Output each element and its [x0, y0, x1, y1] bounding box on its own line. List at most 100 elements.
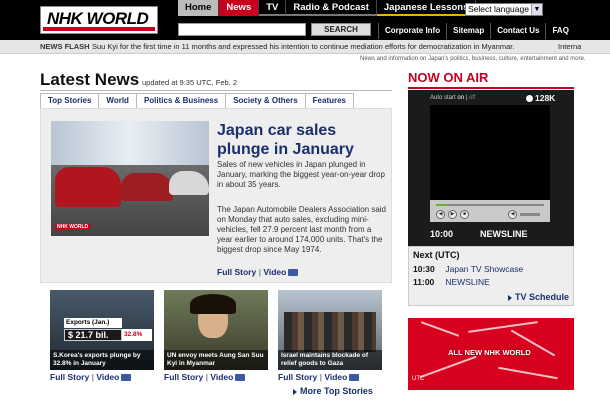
next-program-title[interactable]: NEWSLINE: [445, 277, 489, 287]
video-screen[interactable]: [430, 105, 550, 200]
full-story-link[interactable]: Full Story: [50, 372, 89, 382]
link-separator: |: [319, 372, 322, 382]
logo-text: NHK WORLD: [47, 9, 149, 28]
link-separator: |: [91, 372, 94, 382]
full-story-link[interactable]: Full Story: [164, 372, 203, 382]
tab-news[interactable]: News: [219, 0, 260, 16]
featured-story: NHK WORLD Japan car sales plunge in Janu…: [40, 108, 392, 283]
divider: [40, 90, 392, 91]
news-flash-text[interactable]: Suu Kyi for the first time in 11 months …: [92, 40, 514, 53]
bitrate-label: 128K: [535, 93, 556, 103]
more-top-stories-label: More Top Stories: [300, 386, 373, 396]
site-tagline: News and information on Japan's politics…: [360, 56, 586, 62]
utility-nav: Corporate Info Sitemap Contact Us FAQ: [378, 23, 575, 39]
featured-story-body: The Japan Automobile Dealers Association…: [217, 205, 386, 254]
search-button[interactable]: SEARCH: [311, 23, 371, 36]
crowd-photo: [284, 312, 376, 352]
autostart-on[interactable]: on: [457, 95, 464, 101]
next-programs-heading: Next (UTC): [413, 250, 460, 260]
corporate-info-link[interactable]: Corporate Info: [378, 23, 446, 39]
latest-news-heading: Latest News: [40, 70, 140, 89]
tab-world[interactable]: World: [98, 93, 137, 108]
player-controls: ◀ ▶ ■ ◀: [430, 200, 550, 222]
tab-japanese-lessons[interactable]: Japanese Lessons: [376, 0, 477, 16]
featured-story-summary: Sales of new vehicles in Japan plunged i…: [217, 160, 385, 189]
video-icon[interactable]: [288, 269, 299, 277]
link-separator: |: [258, 267, 261, 277]
red-car-2: [121, 173, 173, 201]
red-car: [55, 167, 121, 207]
video-icon[interactable]: [349, 374, 360, 382]
video-icon[interactable]: [235, 374, 246, 382]
contact-us-link[interactable]: Contact Us: [490, 23, 545, 39]
rewind-icon[interactable]: ◀: [436, 210, 445, 219]
thumb-links-korea: Full Story | Video: [50, 372, 132, 382]
play-icon[interactable]: ▶: [448, 210, 457, 219]
video-link[interactable]: Video: [96, 372, 119, 382]
tab-features[interactable]: Features: [304, 93, 355, 108]
autostart-toggle[interactable]: Auto start on | off: [430, 95, 476, 101]
news-flash-next[interactable]: Interna: [558, 40, 581, 53]
link-separator: |: [205, 372, 208, 382]
search-input[interactable]: [178, 23, 306, 36]
silver-car: [169, 171, 209, 195]
divider: [408, 87, 574, 89]
sitemap-link[interactable]: Sitemap: [446, 23, 490, 39]
featured-story-title[interactable]: Japan car sales plunge in January: [217, 121, 389, 159]
progress-bar[interactable]: [436, 204, 544, 206]
more-top-stories-link[interactable]: More Top Stories: [293, 386, 373, 396]
exports-value: $ 21.7 bil.: [64, 329, 122, 341]
stream-quality-icon: [526, 95, 533, 103]
next-program-time: 11:00: [413, 277, 435, 287]
autostart-off[interactable]: off: [469, 95, 476, 101]
full-story-link[interactable]: Full Story: [217, 267, 256, 277]
tab-home[interactable]: Home: [178, 0, 220, 16]
promo-text: ALL NEW NHK WORLD: [448, 348, 531, 357]
decorative-line: [498, 366, 558, 380]
language-select-label: Select language: [468, 4, 529, 14]
showroom-window: [51, 121, 209, 165]
video-link[interactable]: Video: [324, 372, 347, 382]
thumb-caption: UN envoy meets Aung San Suu Kyi in Myanm…: [164, 350, 268, 370]
autostart-label: Auto start: [430, 95, 456, 101]
tab-tv[interactable]: TV: [259, 0, 287, 16]
all-new-nhk-world-banner[interactable]: ALL NEW NHK WORLD UTC: [408, 318, 574, 390]
next-program-time: 10:30: [413, 264, 435, 274]
news-category-tabs: Top Stories World Politics & Business So…: [40, 93, 355, 108]
decorative-line: [419, 355, 477, 379]
featured-story-image[interactable]: NHK WORLD: [51, 121, 209, 236]
bitrate-indicator[interactable]: 128K: [526, 93, 555, 103]
current-program-title[interactable]: NEWSLINE: [480, 229, 528, 239]
video-icon[interactable]: [121, 374, 132, 382]
story-thumb-korea-exports[interactable]: Exports (Jan.) $ 21.7 bil. 32.8% S.Korea…: [50, 290, 154, 370]
tab-top-stories[interactable]: Top Stories: [40, 93, 100, 108]
volume-slider[interactable]: [520, 213, 540, 216]
full-story-link[interactable]: Full Story: [278, 372, 317, 382]
video-link[interactable]: Video: [210, 372, 233, 382]
site-header: NHK WORLD Home News TV Radio & Podcast J…: [0, 0, 610, 40]
logo-underline: [43, 27, 155, 31]
chevron-down-icon: ▼: [531, 4, 542, 15]
tv-schedule-label: TV Schedule: [514, 292, 569, 302]
stop-icon[interactable]: ■: [460, 210, 469, 219]
featured-image-caption: NHK WORLD: [55, 224, 91, 230]
tv-schedule-link[interactable]: TV Schedule: [507, 292, 569, 302]
faq-link[interactable]: FAQ: [545, 23, 574, 39]
language-select[interactable]: Select language ▼: [465, 3, 543, 16]
list-item: 11:00 NEWSLINE: [413, 277, 573, 288]
list-item: 10:30 Japan TV Showcase: [413, 264, 573, 275]
main-nav: Home News TV Radio & Podcast Japanese Le…: [178, 0, 477, 16]
story-thumb-israel-gaza[interactable]: Israel maintains blockade of relief good…: [278, 290, 382, 370]
live-tv-player: Auto start on | off 128K ◀ ▶ ■ ◀ 10:00 N…: [408, 90, 574, 246]
next-program-title[interactable]: Japan TV Showcase: [445, 264, 523, 274]
progress-fill: [436, 204, 447, 206]
tab-radio-podcast[interactable]: Radio & Podcast: [286, 0, 377, 16]
story-thumb-un-envoy[interactable]: UN envoy meets Aung San Suu Kyi in Myanm…: [164, 290, 268, 370]
nhk-world-logo[interactable]: NHK WORLD: [40, 6, 158, 34]
video-link[interactable]: Video: [263, 267, 286, 277]
link-separator: |: [465, 95, 468, 101]
exports-label: Exports (Jan.): [64, 318, 122, 328]
tab-politics-business[interactable]: Politics & Business: [135, 93, 227, 108]
volume-icon[interactable]: ◀: [508, 210, 517, 219]
tab-society-others[interactable]: Society & Others: [225, 93, 306, 108]
